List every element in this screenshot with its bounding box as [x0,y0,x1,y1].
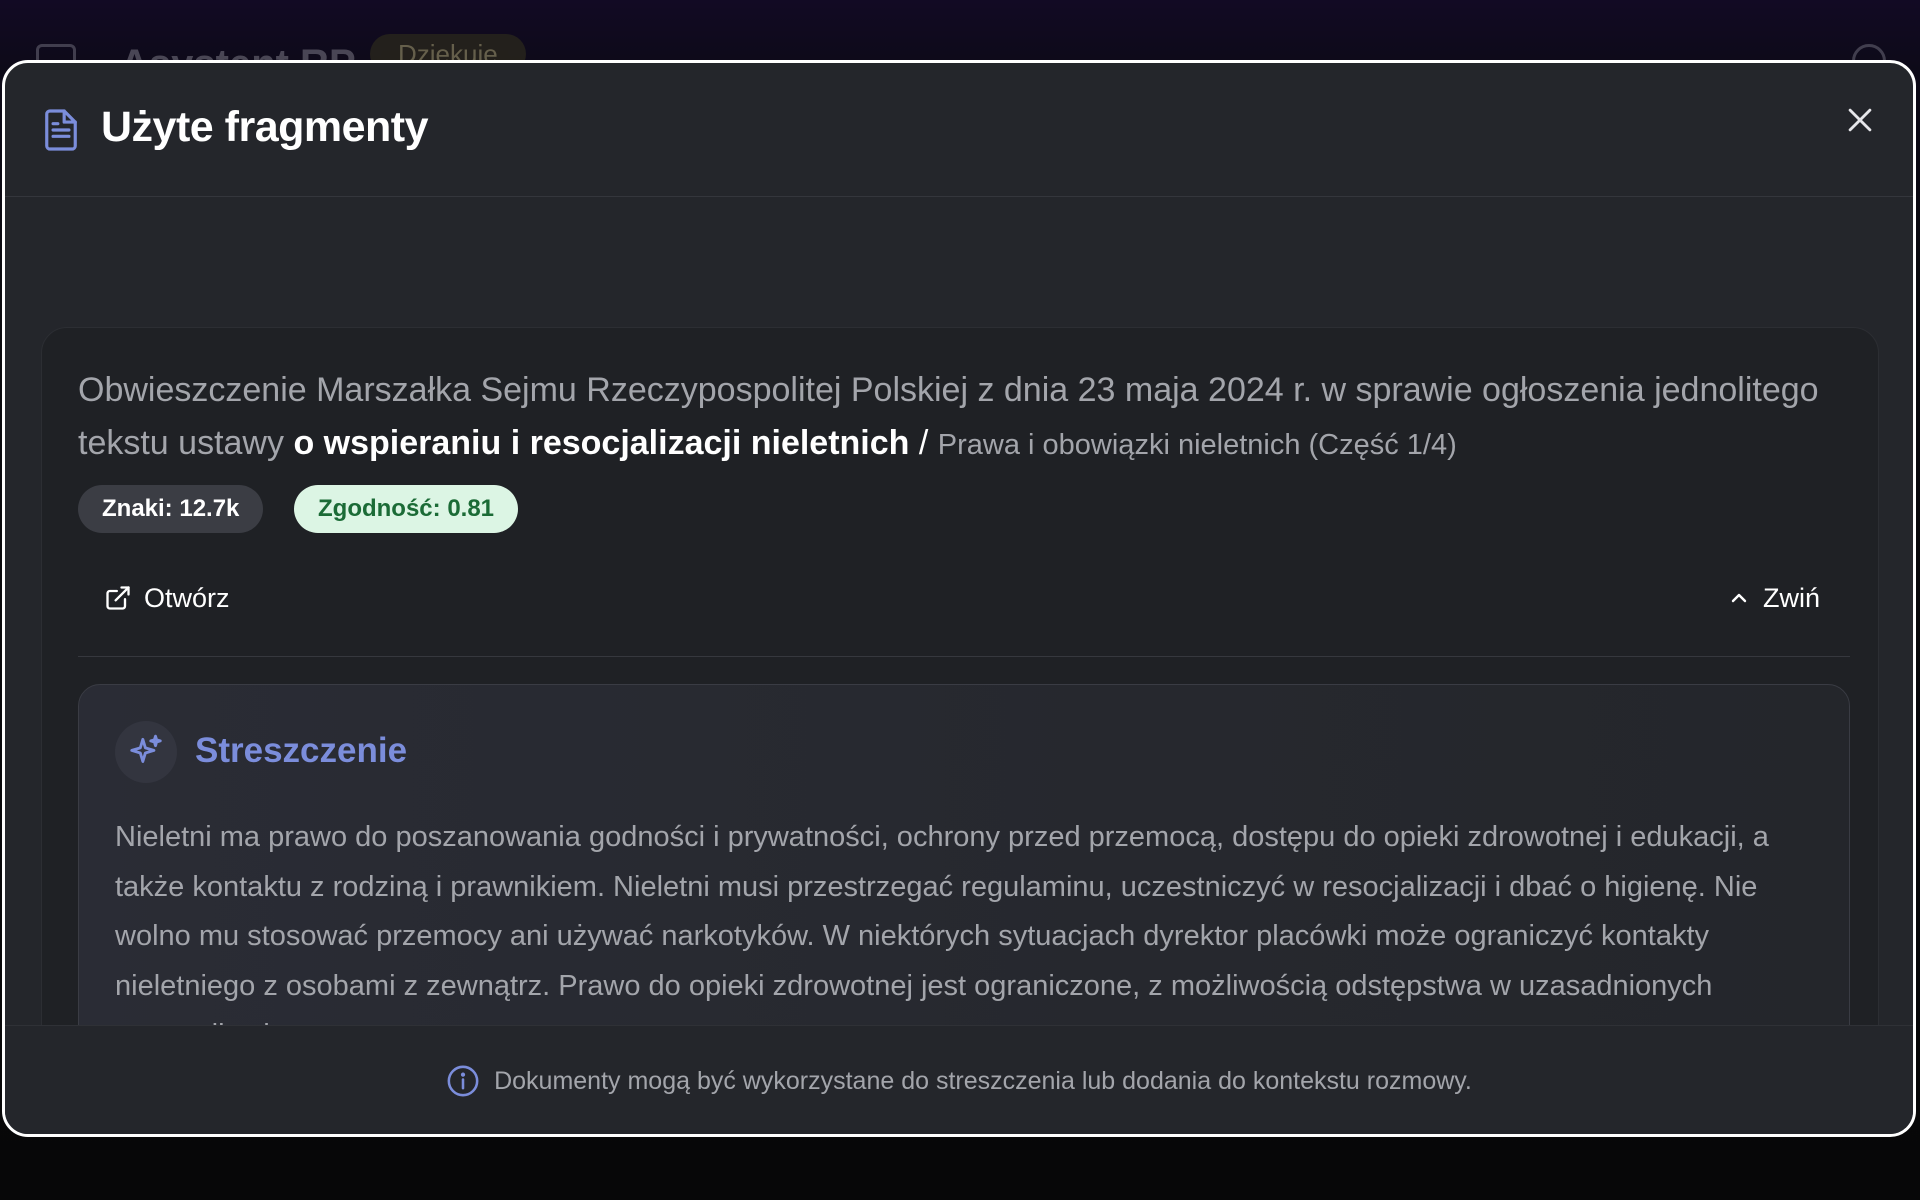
footer-note: Dokumenty mogą być wykorzystane do stres… [446,1064,1472,1098]
close-icon[interactable] [1843,103,1877,137]
modal-title: Użyte fragmenty [101,103,429,151]
sparkles-icon [130,734,162,763]
document-section-name: Prawa i obowiązki nieletnich (Część 1/4) [937,429,1457,461]
used-fragments-modal: Użyte fragmenty Obwieszczenie Marszałka … [2,60,1916,1137]
document-title-separator: / [918,424,929,462]
summary-icon-badge [115,721,177,783]
open-document-label: Otwórz [144,582,230,613]
external-link-icon [106,586,130,610]
summary-text: Nieletni ma prawo do poszanowania godnoś… [115,821,1769,1051]
info-icon [447,1065,479,1097]
document-card: Obwieszczenie Marszałka Sejmu Rzeczyposp… [41,327,1879,1056]
document-title: Obwieszczenie Marszałka Sejmu Rzeczyposp… [78,364,1868,472]
open-document-button[interactable]: Otwórz [104,578,230,618]
card-divider [78,656,1850,657]
match-score-badge: Zgodność: 0.81 [294,485,519,533]
modal-body[interactable]: Obwieszczenie Marszałka Sejmu Rzeczyposp… [5,197,1913,1056]
chevron-up-icon [1731,593,1747,603]
chars-count-badge: Znaki: 12.7k [78,485,264,533]
modal-header: Użyte fragmenty [5,63,1913,197]
collapse-button[interactable]: Zwiń [1727,578,1820,618]
footer-text: Dokumenty mogą być wykorzystane do stres… [494,1066,1472,1095]
summary-heading: Streszczenie [195,731,408,770]
modal-footer: Dokumenty mogą być wykorzystane do stres… [5,1025,1913,1134]
document-icon [45,109,77,151]
document-act-name: o wspieraniu i resocjalizacji nieletnich [293,424,910,462]
collapse-label: Zwiń [1762,582,1820,613]
summary-section: Streszczenie Nieletni ma prawo do poszan… [78,684,1850,1056]
